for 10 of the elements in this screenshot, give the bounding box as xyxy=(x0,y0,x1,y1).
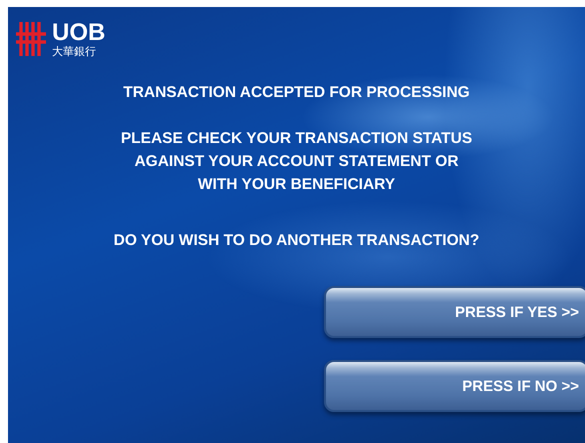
bank-name: UOB xyxy=(52,21,106,45)
status-heading: TRANSACTION ACCEPTED FOR PROCESSING xyxy=(123,84,470,102)
message-line: WITH YOUR BENEFICIARY xyxy=(198,176,396,194)
logo-icon xyxy=(16,20,46,58)
bank-name-chinese: 大華銀行 xyxy=(52,46,97,57)
message-line: PLEASE CHECK YOUR TRANSACTION STATUS xyxy=(120,130,472,148)
choice-button[interactable]: PRESS IF NO >> xyxy=(324,360,585,412)
message-line: AGAINST YOUR ACCOUNT STATEMENT OR xyxy=(134,153,459,171)
question-text: DO YOU WISH TO DO ANOTHER TRANSACTION? xyxy=(114,232,480,250)
choice-button[interactable]: PRESS IF YES >> xyxy=(324,286,585,338)
